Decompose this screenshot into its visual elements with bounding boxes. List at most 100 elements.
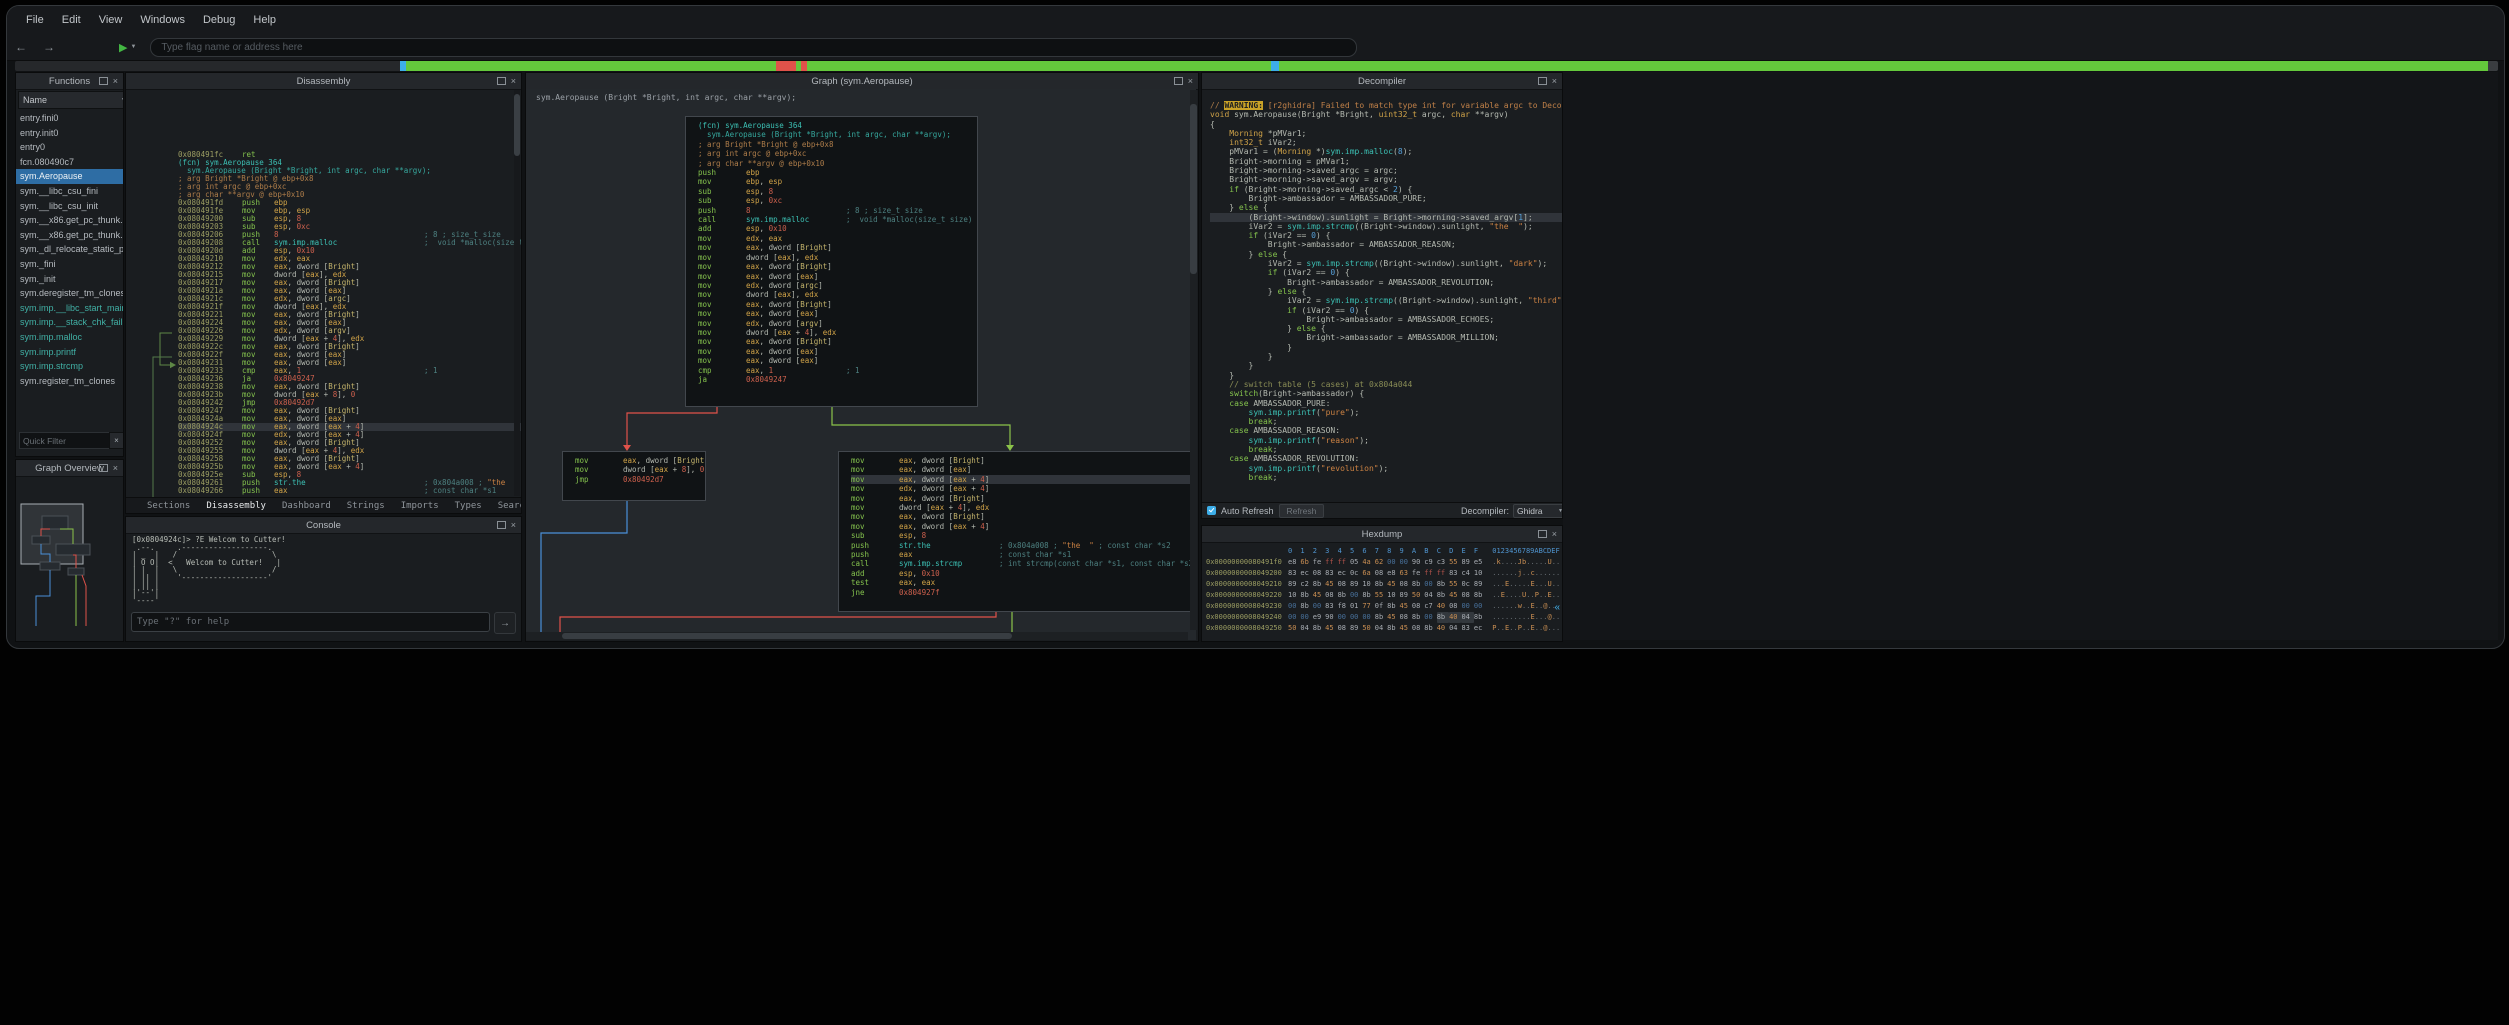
decompiler-line[interactable]: } [1210,361,1563,370]
decompiler-line[interactable]: (Bright->window).sunlight = Bright->morn… [1210,213,1563,222]
asm-line[interactable]: 0x08049252moveax, dword [Bright] [178,439,522,447]
asm-line[interactable]: movdword [eax], edx [698,290,977,299]
asm-line[interactable]: ; arg char **argv @ ebp+0x10 [698,159,977,168]
asm-line[interactable]: ; arg int argc @ ebp+0xc [698,149,977,158]
undock-icon[interactable] [497,521,506,529]
decompiler-line[interactable]: iVar2 = sym.imp.strcmp((Bright->window).… [1210,296,1563,305]
asm-line[interactable]: 0x080491fdpushebp [178,199,522,207]
asm-line[interactable]: 0x08049233cmpeax, 1; 1 [178,367,522,375]
decompiler-line[interactable]: } [1210,343,1563,352]
asm-line[interactable]: 0x0804925bmoveax, dword [eax + 4] [178,463,522,471]
asm-line[interactable]: 0x08049236ja0x8049247 [178,375,522,383]
asm-line[interactable]: 0x08049224moveax, dword [eax] [178,319,522,327]
asm-line[interactable]: addesp, 0x10 [698,224,977,233]
asm-line[interactable]: moveax, dword [Bright] [851,494,1196,503]
asm-line[interactable]: 0x08049217moveax, dword [Bright] [178,279,522,287]
tab-types[interactable]: Types [448,501,489,511]
asm-line[interactable]: 0x0804922cmoveax, dword [Bright] [178,343,522,351]
decompiler-line[interactable]: } else { [1210,250,1563,259]
hex-row[interactable]: 0x00000000080492400000e9900000008b45088b… [1206,612,1560,623]
asm-line[interactable]: ; arg Bright *Bright @ ebp+0x8 [698,140,977,149]
asm-line[interactable]: pusheax; const char *s1 [851,550,1196,559]
tab-imports[interactable]: Imports [394,501,446,511]
address-input[interactable] [150,38,1357,57]
graph-minimap[interactable] [16,476,121,639]
menu-debug[interactable]: Debug [194,11,244,29]
asm-line[interactable]: subesp, 8 [698,187,977,196]
functions-panel-header[interactable]: Functions × [16,73,123,90]
hex-row[interactable]: 0x00000000080491f0e86bfeffff054a62000090… [1206,557,1560,568]
close-icon[interactable]: × [1552,77,1557,86]
decompiler-line[interactable]: case AMBASSADOR_REVOLUTION: [1210,454,1563,463]
undock-icon[interactable] [1538,77,1547,85]
asm-line[interactable]: pushebp [698,168,977,177]
undock-icon[interactable] [99,464,108,472]
decompiler-line[interactable]: int32_t iVar2; [1210,138,1563,147]
decompiler-line[interactable]: Morning *pMVar1; [1210,129,1563,138]
asm-line[interactable]: 0x080491fcret [178,151,522,159]
close-icon[interactable]: × [1552,530,1557,539]
refresh-button[interactable]: Refresh [1279,504,1325,518]
asm-line[interactable]: movedx, dword [eax + 4] [851,484,1196,493]
close-icon[interactable]: × [113,77,118,86]
asm-line[interactable]: moveax, dword [Bright] [851,512,1196,521]
function-item[interactable]: sym.Aeropause [16,169,123,184]
function-item[interactable]: sym.imp.__stack_chk_fail [16,315,123,330]
asm-line[interactable]: moveax, dword [eax] [698,309,977,318]
decompiler-line[interactable]: } else { [1210,287,1563,296]
function-item[interactable]: sym.register_tm_clones [16,374,123,389]
decompiler-line[interactable]: void sym.Aeropause(Bright *Bright, uint3… [1210,110,1563,119]
debug-dropdown-icon[interactable]: ▼ [129,44,142,50]
decompiler-line[interactable]: // WARNING: [r2ghidra] Failed to match t… [1210,101,1563,110]
asm-line[interactable]: sym.Aeropause (Bright *Bright, int argc,… [698,130,977,139]
asm-line[interactable]: 0x08049208callsym.imp.malloc; void *mall… [178,239,522,247]
decompiler-line[interactable]: Bright->morning = pMVar1; [1210,157,1563,166]
function-item[interactable]: sym.imp.malloc [16,330,123,345]
function-item[interactable]: sym.imp.printf [16,345,123,360]
function-item[interactable]: entry0 [16,140,123,155]
asm-line[interactable]: 0x0804921cmovedx, dword [argc] [178,295,522,303]
function-item[interactable]: sym.__libc_csu_fini [16,184,123,199]
hex-row[interactable]: 0x000000000804920083ec0883ec0c6a08e863fe… [1206,568,1560,579]
seek-segment[interactable] [15,61,400,71]
asm-line[interactable]: movdword [eax + 8], 0 [575,465,705,474]
tab-sections[interactable]: Sections [140,501,197,511]
decompiler-line[interactable]: case AMBASSADOR_REASON: [1210,426,1563,435]
seek-segment[interactable] [776,61,796,71]
asm-line[interactable]: 0x08049258moveax, dword [Bright] [178,455,522,463]
asm-line[interactable]: 0x08049200subesp, 8 [178,215,522,223]
function-item[interactable]: fcn.080490c7 [16,155,123,170]
asm-line[interactable]: 0x0804925esubesp, 8 [178,471,522,479]
undock-icon[interactable] [497,77,506,85]
asm-line[interactable]: 0x08049261pushstr.the; 0x804a008 ; "the … [178,479,522,487]
decompiler-line[interactable]: break; [1210,445,1563,454]
close-icon[interactable]: × [511,77,516,86]
decompiler-line[interactable]: if (Bright->morning->saved_argc < 2) { [1210,185,1563,194]
sort-select[interactable]: Name ▼ [18,91,124,109]
asm-line[interactable]: moveax, dword [eax] [698,272,977,281]
close-icon[interactable]: × [511,521,516,530]
hex-row[interactable]: 0x0000000008049220108b45088b008b55108950… [1206,590,1560,601]
decompiler-header[interactable]: Decompiler × [1202,73,1562,90]
asm-line[interactable]: movdword [eax], edx [698,253,977,262]
decompiler-line[interactable]: switch(Bright->ambassador) { [1210,389,1563,398]
decompiler-line[interactable]: sym.imp.printf("pure"); [1210,408,1563,417]
close-icon[interactable]: × [1188,77,1193,86]
asm-line[interactable]: subesp, 8 [851,531,1196,540]
asm-line[interactable]: 0x0804924cmoveax, dword [eax + 4] [178,423,522,431]
tab-disassembly[interactable]: Disassembly [199,501,273,511]
asm-line[interactable]: push8; 8 ; size_t size [698,206,977,215]
hex-row[interactable]: 0x000000000804925050048b45088950048b4508… [1206,623,1560,634]
decompiler-line[interactable]: if (iVar2 == 0) { [1210,306,1563,315]
decompiler-line[interactable]: Bright->morning->saved_argc = argc; [1210,166,1563,175]
graph-overview-header[interactable]: Graph Overview × [16,460,123,477]
decompiler-line[interactable]: sym.imp.printf("revolution"); [1210,464,1563,473]
graph-block-true[interactable]: moveax, dword [Bright]moveax, dword [eax… [838,451,1197,612]
seek-segment[interactable] [807,61,1271,71]
asm-line[interactable]: movedx, dword [argv] [698,319,977,328]
function-item[interactable]: sym.imp.strcmp [16,359,123,374]
undock-icon[interactable] [99,77,108,85]
asm-line[interactable]: moveax, dword [Bright] [698,300,977,309]
asm-line[interactable]: testeax, eax [851,578,1196,587]
console-send-icon[interactable]: → [494,612,516,634]
